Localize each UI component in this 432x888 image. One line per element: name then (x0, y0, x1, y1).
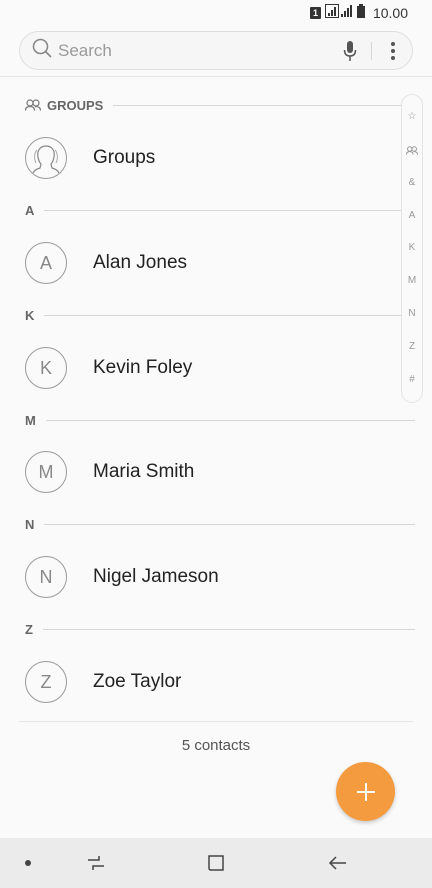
list-end-divider (19, 721, 413, 722)
section-header-a: A (25, 202, 415, 218)
contact-name: Kevin Foley (93, 357, 193, 378)
add-contact-button[interactable] (336, 762, 395, 821)
more-options-icon[interactable] (378, 36, 408, 66)
contact-name: Alan Jones (93, 252, 188, 273)
index-item-ampersand[interactable]: & (409, 176, 416, 190)
contact-count: 5 contacts (181, 737, 251, 754)
microphone-icon[interactable] (335, 36, 365, 66)
index-item-favorites[interactable]: ☆ (408, 110, 417, 124)
section-label: K (25, 307, 35, 323)
contact-name: Maria Smith (93, 461, 195, 482)
index-item-k[interactable]: K (409, 241, 416, 255)
list-item-zoe-taylor[interactable]: Z Zoe Taylor (0, 652, 400, 712)
section-header-n: N (25, 516, 415, 532)
back-icon[interactable] (326, 851, 350, 875)
list-item-nigel-jameson[interactable]: N Nigel Jameson (0, 547, 400, 607)
index-item-groups[interactable] (406, 143, 418, 157)
section-rule (113, 104, 415, 106)
section-rule (45, 419, 415, 421)
index-item-m[interactable]: M (408, 274, 416, 288)
dot-icon[interactable] (16, 851, 40, 875)
search-separator (371, 41, 372, 60)
section-rule (44, 314, 415, 316)
plus-icon (356, 782, 375, 801)
list-item-groups[interactable]: Groups (0, 128, 400, 188)
section-rule (44, 523, 415, 525)
contact-name: Groups (93, 147, 156, 168)
section-label: GROUPS (47, 97, 104, 113)
section-label: A (25, 202, 35, 218)
sim-badge: 1 (309, 7, 321, 19)
section-header-m: M (25, 412, 415, 428)
signal-icon (324, 3, 353, 23)
index-item-n[interactable]: N (408, 307, 415, 321)
avatar: M (25, 451, 67, 493)
list-item-kevin-foley[interactable]: K Kevin Foley (0, 338, 400, 398)
index-scroll-bar[interactable]: ☆ & A K M N Z # (401, 94, 423, 403)
clock: 10.00 (372, 5, 408, 21)
groups-icon (406, 145, 418, 155)
section-header-groups: GROUPS (25, 97, 415, 113)
section-label: Z (25, 621, 33, 637)
battery-icon (356, 3, 365, 23)
navigation-bar (0, 838, 432, 888)
section-rule (42, 628, 415, 630)
contact-name: Nigel Jameson (93, 566, 219, 587)
search-bar[interactable]: Search (19, 31, 413, 70)
home-icon[interactable] (204, 851, 228, 875)
list-item-alan-jones[interactable]: A Alan Jones (0, 233, 400, 293)
header-divider (0, 76, 432, 77)
section-label: M (25, 412, 36, 428)
index-item-hash[interactable]: # (409, 373, 415, 387)
section-rule (44, 209, 415, 211)
index-item-a[interactable]: A (409, 209, 416, 223)
section-header-k: K (25, 307, 415, 323)
search-icon (32, 38, 52, 63)
avatar: A (25, 242, 67, 284)
avatar: K (25, 347, 67, 389)
status-bar: 1 10.00 (0, 0, 432, 26)
groups-icon (25, 99, 41, 111)
list-item-maria-smith[interactable]: M Maria Smith (0, 442, 400, 502)
recent-apps-icon[interactable] (84, 851, 108, 875)
avatar: Z (25, 661, 67, 703)
avatar: N (25, 556, 67, 598)
contact-name: Zoe Taylor (93, 671, 182, 692)
groups-avatar (25, 137, 67, 179)
section-label: N (25, 516, 35, 532)
section-header-z: Z (25, 621, 415, 637)
index-item-z[interactable]: Z (409, 340, 415, 354)
search-input[interactable]: Search (58, 41, 335, 61)
